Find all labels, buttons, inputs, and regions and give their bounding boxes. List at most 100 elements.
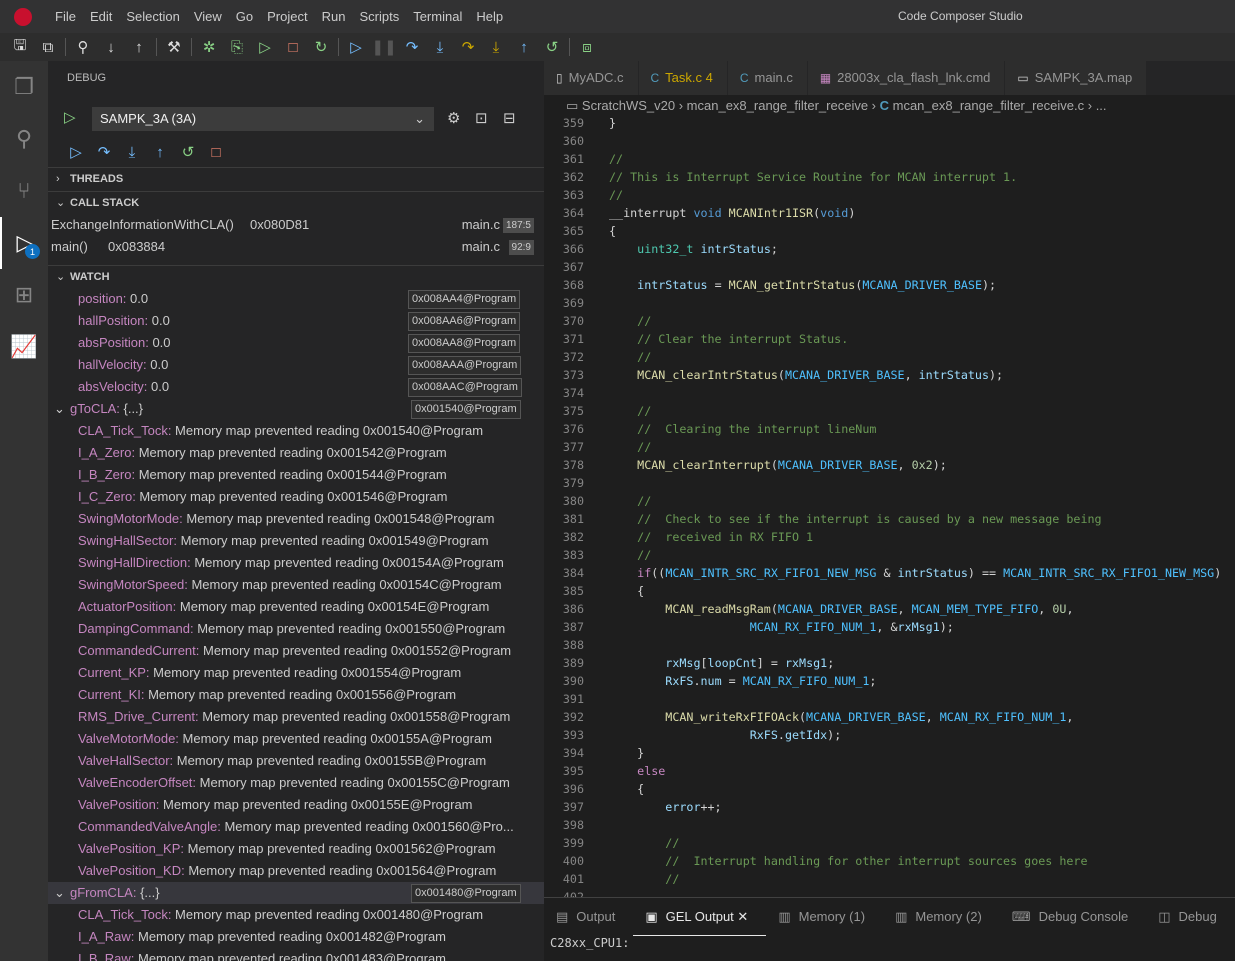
menu-item-help[interactable]: Help xyxy=(469,0,510,33)
watch-item[interactable]: I_C_Zero: Memory map prevented reading 0… xyxy=(48,486,544,508)
editor-tab[interactable]: C Task.c 4 xyxy=(638,61,728,95)
source-control-icon[interactable]: ⑂ xyxy=(0,165,48,217)
watch-item[interactable]: ValvePosition_KD: Memory map prevented r… xyxy=(48,860,544,882)
watch-item[interactable]: ValveEncoderOffset: Memory map prevented… xyxy=(48,772,544,794)
watch-item[interactable]: ValveMotorMode: Memory map prevented rea… xyxy=(48,728,544,750)
launch-config-select[interactable]: SAMPK_3A (3A) ⌄ xyxy=(92,107,434,131)
stop-icon[interactable]: □ xyxy=(202,142,230,162)
restart-icon[interactable]: ↺ xyxy=(538,33,566,61)
pause-icon[interactable]: ❚❚ xyxy=(370,33,398,61)
menu-item-selection[interactable]: Selection xyxy=(119,0,186,33)
watch-item[interactable]: CLA_Tick_Tock: Memory map prevented read… xyxy=(48,420,544,442)
watch-item[interactable]: SwingHallDirection: Memory map prevented… xyxy=(48,552,544,574)
debug-bug-icon[interactable]: ✲ xyxy=(195,33,223,61)
watch-item[interactable]: Current_KI: Memory map prevented reading… xyxy=(48,684,544,706)
arrow-up-icon[interactable]: ↑ xyxy=(125,33,153,61)
start-debugging-icon[interactable]: ▷ xyxy=(64,108,76,126)
open-launch-json-icon[interactable]: ⊟ xyxy=(503,109,516,127)
search-icon[interactable]: ⚲ xyxy=(0,113,48,165)
build-tools-icon[interactable]: ⚒ xyxy=(160,33,188,61)
continue-icon[interactable]: ▷ xyxy=(342,33,370,61)
load-program-icon[interactable]: ⎘ xyxy=(223,33,251,61)
editor-tab[interactable]: ▦ 28003x_cla_flash_lnk.cmd xyxy=(807,61,1006,95)
callstack-frame[interactable]: ExchangeInformationWithCLA() 0x080D81 ma… xyxy=(51,214,534,236)
panel-tab[interactable]: ⌨ Debug Console xyxy=(1000,898,1146,936)
breadcrumb-item[interactable]: ... xyxy=(1096,98,1107,113)
watch-item[interactable]: hallPosition: 0.0 0x008AA6@Program xyxy=(48,310,544,332)
breadcrumb-item[interactable]: mcan_ex8_range_filter_receive xyxy=(687,98,868,113)
arrow-down-icon[interactable]: ↓ xyxy=(97,33,125,61)
stop-icon[interactable]: □ xyxy=(279,33,307,61)
connect-target-icon[interactable]: ⧈ xyxy=(573,33,601,61)
reconnect-icon[interactable]: ↻ xyxy=(307,33,335,61)
explorer-icon[interactable]: ❐ xyxy=(0,61,48,113)
threads-section-header[interactable]: › THREADS xyxy=(48,167,544,189)
watch-item[interactable]: RMS_Drive_Current: Memory map prevented … xyxy=(48,706,544,728)
watch-item[interactable]: ⌄ gFromCLA: {...} 0x001480@Program xyxy=(48,882,544,904)
assembly-step-over-icon[interactable]: ↷ xyxy=(454,33,482,61)
continue-icon[interactable]: ▷ xyxy=(62,142,90,162)
watch-item[interactable]: absVelocity: 0.0 0x008AAC@Program xyxy=(48,376,544,398)
watch-item[interactable]: I_A_Zero: Memory map prevented reading 0… xyxy=(48,442,544,464)
callstack-section-header[interactable]: ⌄ CALL STACK xyxy=(48,191,544,213)
menu-item-project[interactable]: Project xyxy=(260,0,314,33)
panel-tab[interactable]: ▥ Memory (2) xyxy=(883,898,1000,936)
watch-item[interactable]: position: 0.0 0x008AA4@Program xyxy=(48,288,544,310)
step-over-icon[interactable]: ↷ xyxy=(398,33,426,61)
chevron-down-icon[interactable]: ⌄ xyxy=(54,882,70,904)
menu-item-go[interactable]: Go xyxy=(229,0,260,33)
menu-item-view[interactable]: View xyxy=(187,0,229,33)
step-over-icon[interactable]: ↷ xyxy=(90,142,118,162)
panel-tab[interactable]: ▣ GEL Output ✕ xyxy=(633,899,767,936)
watch-item[interactable]: SwingMotorMode: Memory map prevented rea… xyxy=(48,508,544,530)
gear-icon[interactable]: ⚙ xyxy=(447,109,460,127)
watch-item[interactable]: ActuatorPosition: Memory map prevented r… xyxy=(48,596,544,618)
watch-item[interactable]: ValveHallSector: Memory map prevented re… xyxy=(48,750,544,772)
watch-item[interactable]: absPosition: 0.0 0x008AA8@Program xyxy=(48,332,544,354)
editor-tab[interactable]: ▭ SAMPK_3A.map xyxy=(1005,61,1148,95)
analysis-icon[interactable]: 📈 xyxy=(0,321,48,373)
watch-item[interactable]: DampingCommand: Memory map prevented rea… xyxy=(48,618,544,640)
watch-item[interactable]: SwingHallSector: Memory map prevented re… xyxy=(48,530,544,552)
menu-item-scripts[interactable]: Scripts xyxy=(352,0,406,33)
watch-item[interactable]: I_A_Raw: Memory map prevented reading 0x… xyxy=(48,926,544,948)
terminal-icon[interactable]: ⊡ xyxy=(475,109,488,127)
restart-icon[interactable]: ↺ xyxy=(174,142,202,162)
watch-item[interactable]: ⌄ gToCLA: {...} 0x001540@Program xyxy=(48,398,544,420)
step-out-icon[interactable]: ↑ xyxy=(146,142,174,162)
run-debug-icon[interactable]: ▷ xyxy=(251,33,279,61)
watch-item[interactable]: Current_KP: Memory map prevented reading… xyxy=(48,662,544,684)
save-icon[interactable]: 🖫 xyxy=(6,33,34,61)
step-into-icon[interactable]: ⤓ xyxy=(118,142,146,162)
search-icon[interactable]: ⚲ xyxy=(69,33,97,61)
close-icon[interactable]: ✕ xyxy=(734,909,748,924)
chevron-down-icon[interactable]: ⌄ xyxy=(54,398,70,420)
breadcrumb-item[interactable]: ScratchWS_v20 xyxy=(582,98,675,113)
panel-tab[interactable]: ▤ Output xyxy=(544,898,633,936)
panel-tab[interactable]: ▥ Memory (1) xyxy=(766,898,883,936)
callstack-frame[interactable]: main() 0x083884 main.c 92:9 xyxy=(51,236,534,258)
step-into-icon[interactable]: ⤓ xyxy=(426,33,454,61)
editor-tab[interactable]: ▯ MyADC.c xyxy=(544,61,639,95)
watch-item[interactable]: ValvePosition: Memory map prevented read… xyxy=(48,794,544,816)
watch-item[interactable]: I_B_Raw: Memory map prevented reading 0x… xyxy=(48,948,544,961)
watch-section-header[interactable]: ⌄ WATCH xyxy=(48,265,544,287)
menu-item-terminal[interactable]: Terminal xyxy=(406,0,469,33)
watch-item[interactable]: SwingMotorSpeed: Memory map prevented re… xyxy=(48,574,544,596)
run-debug-icon[interactable]: ▷ 1 xyxy=(0,217,48,269)
editor-tab[interactable]: Cmain.c xyxy=(727,61,808,95)
panel-tab[interactable]: ◫ Debug xyxy=(1146,898,1235,936)
save-all-icon[interactable]: ⧉ xyxy=(34,33,62,61)
menu-item-run[interactable]: Run xyxy=(315,0,353,33)
menu-item-edit[interactable]: Edit xyxy=(83,0,119,33)
watch-item[interactable]: I_B_Zero: Memory map prevented reading 0… xyxy=(48,464,544,486)
watch-item[interactable]: ValvePosition_KP: Memory map prevented r… xyxy=(48,838,544,860)
extensions-icon[interactable]: ⊞ xyxy=(0,269,48,321)
watch-item[interactable]: hallVelocity: 0.0 0x008AAA@Program xyxy=(48,354,544,376)
code-view[interactable]: 359} 360 361 // 362 // This is Interrupt Serv… xyxy=(544,114,1235,897)
watch-item[interactable]: CommandedCurrent: Memory map prevented r… xyxy=(48,640,544,662)
step-out-icon[interactable]: ↑ xyxy=(510,33,538,61)
watch-item[interactable]: CLA_Tick_Tock: Memory map prevented read… xyxy=(48,904,544,926)
breadcrumb-item[interactable]: mcan_ex8_range_filter_receive.c xyxy=(893,98,1085,113)
menu-item-file[interactable]: File xyxy=(48,0,83,33)
